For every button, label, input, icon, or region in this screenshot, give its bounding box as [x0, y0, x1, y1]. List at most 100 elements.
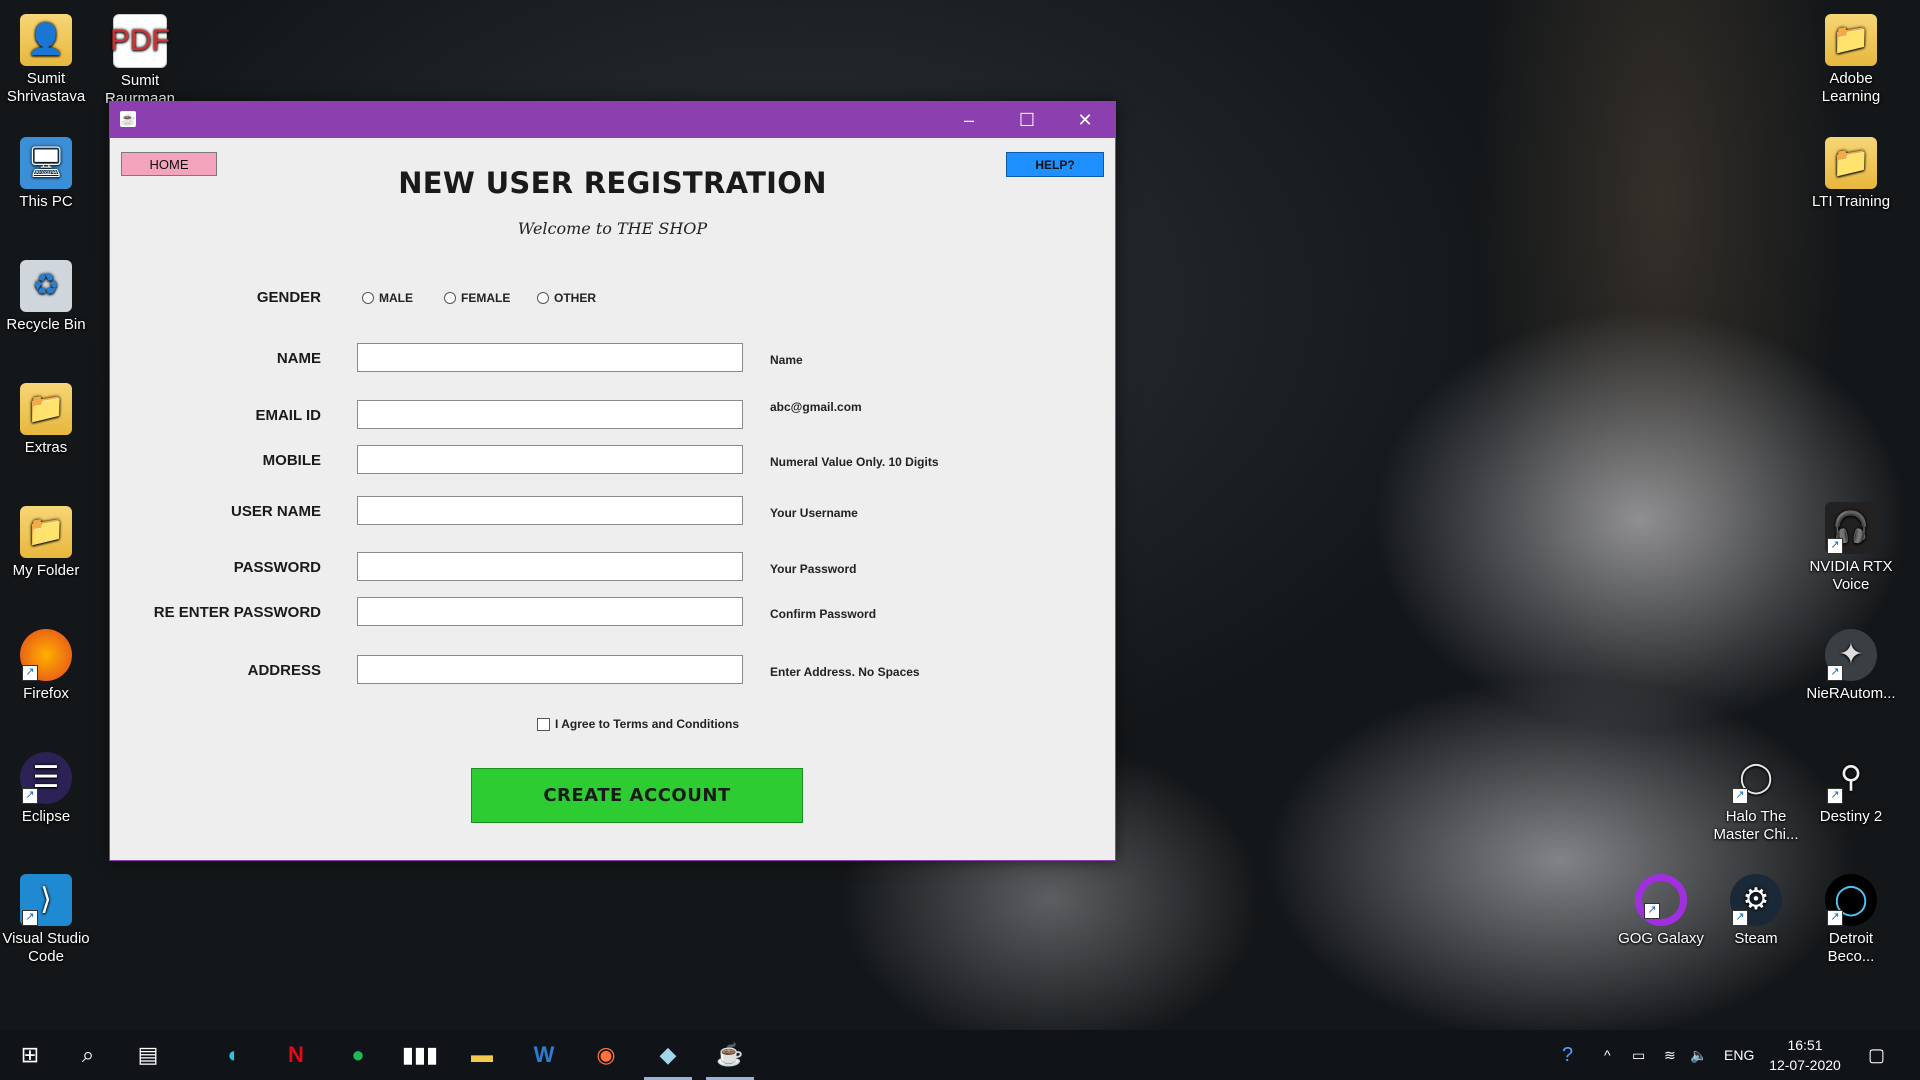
task-view-icon[interactable]: ▤	[122, 1030, 174, 1080]
username-input[interactable]	[357, 496, 743, 525]
netflix-icon[interactable]: N	[270, 1030, 322, 1080]
checkbox-square	[537, 717, 550, 731]
eclipse-icon: ☰ ↗	[20, 752, 72, 804]
terms-label: I Agree to Terms and Conditions	[555, 717, 740, 731]
terms-checkbox[interactable]: I Agree to Terms and Conditions	[537, 717, 739, 731]
folder-icon: 📁	[20, 506, 72, 558]
desktop-icon-sumit-shrivastava[interactable]: 👤 Sumit Shrivastava	[0, 10, 92, 106]
help-tray-icon[interactable]: ?	[1562, 1030, 1573, 1080]
desktop-icon-recycle-bin[interactable]: ♻ Recycle Bin	[0, 256, 92, 334]
desktop-icon-this-pc[interactable]: 🖥 This PC	[0, 133, 92, 211]
desktop-icon-steam[interactable]: ⚙ ↗ Steam	[1710, 870, 1802, 948]
radio-circle	[362, 292, 374, 304]
firefox-icon[interactable]: ◉	[580, 1030, 632, 1080]
java-icon[interactable]: ☕	[704, 1030, 756, 1080]
confirm-password-label: RE ENTER PASSWORD	[153, 604, 321, 621]
user-folder-icon: 👤	[20, 14, 72, 66]
desktop-icon-extras[interactable]: 📁 Extras	[0, 379, 92, 457]
gender-label: GENDER	[256, 289, 321, 306]
desktop-icon-eclipse[interactable]: ☰ ↗ Eclipse	[0, 748, 92, 826]
name-input[interactable]	[357, 343, 743, 372]
computer-icon: 🖥	[20, 137, 72, 189]
game-icon: ✦ ↗	[1825, 629, 1877, 681]
password-hint: Your Password	[770, 562, 857, 576]
desktop-icon-label: Recycle Bin	[6, 316, 86, 333]
registration-window: ☕ – ☐ ✕ HOME HELP? NEW USER REGISTRATION…	[109, 101, 1116, 861]
spotify-icon[interactable]: ●	[332, 1030, 384, 1080]
minimize-button[interactable]: –	[940, 102, 998, 138]
desktop-icon-label: Destiny 2	[1819, 808, 1883, 825]
desktop-icon-nvidia-rtx-voice[interactable]: 🎧 ↗ NVIDIA RTX Voice	[1805, 498, 1897, 594]
taskbar: ⊞ ⌕ ▤ ◐ N ● ▮▮▮ ▬ W ◉ ◆ ☕ ? ^ ▭ ≋ 🔈 ENG …	[0, 1030, 1920, 1080]
email-input[interactable]	[357, 400, 743, 429]
email-hint: abc@gmail.com	[770, 400, 862, 414]
notification-icon[interactable]: ▢	[1868, 1030, 1885, 1080]
password-input[interactable]	[357, 552, 743, 581]
desktop-icon-label: NVIDIA RTX Voice	[1809, 558, 1893, 593]
confirm-password-hint: Confirm Password	[770, 607, 877, 621]
halo-icon: ◯ ↗	[1730, 752, 1782, 804]
address-label: ADDRESS	[247, 662, 321, 679]
desktop-icon-my-folder[interactable]: 📁 My Folder	[0, 502, 92, 580]
word-icon[interactable]: W	[518, 1030, 570, 1080]
desktop-icon-halo[interactable]: ◯ ↗ Halo The Master Chi...	[1710, 748, 1802, 844]
radio-circle	[444, 292, 456, 304]
maximize-button[interactable]: ☐	[998, 102, 1056, 138]
detroit-icon: ◯ ↗	[1825, 874, 1877, 926]
email-label: EMAIL ID	[255, 407, 321, 424]
volume-icon[interactable]: 🔈	[1690, 1030, 1707, 1080]
desktop-icon-label: Adobe Learning	[1821, 70, 1881, 105]
gender-radio-male[interactable]: MALE	[362, 291, 413, 305]
password-label: PASSWORD	[233, 559, 321, 576]
gender-radio-female[interactable]: FEMALE	[444, 291, 510, 305]
desktop-icon-label: Detroit Beco...	[1827, 930, 1875, 965]
mobile-label: MOBILE	[262, 452, 321, 469]
desktop-icon-sumit-raurmaan[interactable]: PDF Sumit Raurmaan	[94, 10, 186, 108]
desktop-icon-label: Steam	[1734, 930, 1778, 947]
name-label: NAME	[276, 350, 321, 367]
mobile-hint: Numeral Value Only. 10 Digits	[770, 455, 939, 469]
address-input[interactable]	[357, 655, 743, 684]
radio-label: OTHER	[554, 291, 596, 305]
desktop-icon-vscode[interactable]: ⟩ ↗ Visual Studio Code	[0, 870, 92, 966]
desktop-icon-destiny-2[interactable]: ⚲ ↗ Destiny 2	[1805, 748, 1897, 826]
search-icon[interactable]: ⌕	[62, 1030, 114, 1080]
notes-icon[interactable]: ◆	[642, 1030, 694, 1080]
language-indicator[interactable]: ENG	[1724, 1030, 1754, 1080]
desktop-icon-detroit[interactable]: ◯ ↗ Detroit Beco...	[1805, 870, 1897, 966]
page-title: NEW USER REGISTRATION	[398, 166, 827, 200]
edge-icon[interactable]: ◐	[208, 1030, 260, 1080]
desktop-icon-lti-training[interactable]: 📁 LTI Training	[1805, 133, 1897, 211]
close-button[interactable]: ✕	[1056, 102, 1114, 138]
chevron-up-icon[interactable]: ^	[1604, 1030, 1611, 1080]
document-icon: PDF	[110, 14, 170, 68]
vscode-icon: ⟩ ↗	[20, 874, 72, 926]
nvidia-icon: 🎧 ↗	[1825, 502, 1877, 554]
clock[interactable]: 16:51 12-07-2020	[1760, 1035, 1850, 1075]
folder-icon: 📁	[1825, 137, 1877, 189]
start-icon[interactable]: ⊞	[4, 1030, 56, 1080]
battery-icon[interactable]: ▭	[1632, 1030, 1645, 1080]
gender-radio-other[interactable]: OTHER	[537, 291, 596, 305]
desktop-icon-gog-galaxy[interactable]: ↗ GOG Galaxy	[1615, 870, 1707, 948]
file-explorer-icon[interactable]: ▬	[456, 1030, 508, 1080]
mobile-input[interactable]	[357, 445, 743, 474]
desktop-icon-nier[interactable]: ✦ ↗ NieRAutom...	[1805, 625, 1897, 703]
desktop-icon-firefox[interactable]: ↗ Firefox	[0, 625, 92, 703]
name-hint: Name	[770, 353, 803, 367]
desktop-icon-label: Visual Studio Code	[2, 930, 90, 965]
desktop-icon-adobe-learning[interactable]: 📁 Adobe Learning	[1805, 10, 1897, 106]
page-subtitle: Welcome to THE SHOP	[517, 219, 708, 238]
gog-icon: ↗	[1635, 874, 1687, 926]
confirm-password-input[interactable]	[357, 597, 743, 626]
create-account-button[interactable]: CREATE ACCOUNT	[471, 768, 803, 823]
username-label: USER NAME	[230, 503, 321, 520]
audio-app-icon[interactable]: ▮▮▮	[394, 1030, 446, 1080]
folder-icon: 📁	[20, 383, 72, 435]
title-bar[interactable]: ☕ – ☐ ✕	[110, 102, 1115, 138]
address-hint: Enter Address. No Spaces	[770, 665, 920, 679]
desktop-icon-label: NieRAutom...	[1806, 685, 1896, 702]
username-hint: Your Username	[770, 506, 858, 520]
radio-label: FEMALE	[461, 291, 511, 305]
wifi-icon[interactable]: ≋	[1664, 1030, 1676, 1080]
